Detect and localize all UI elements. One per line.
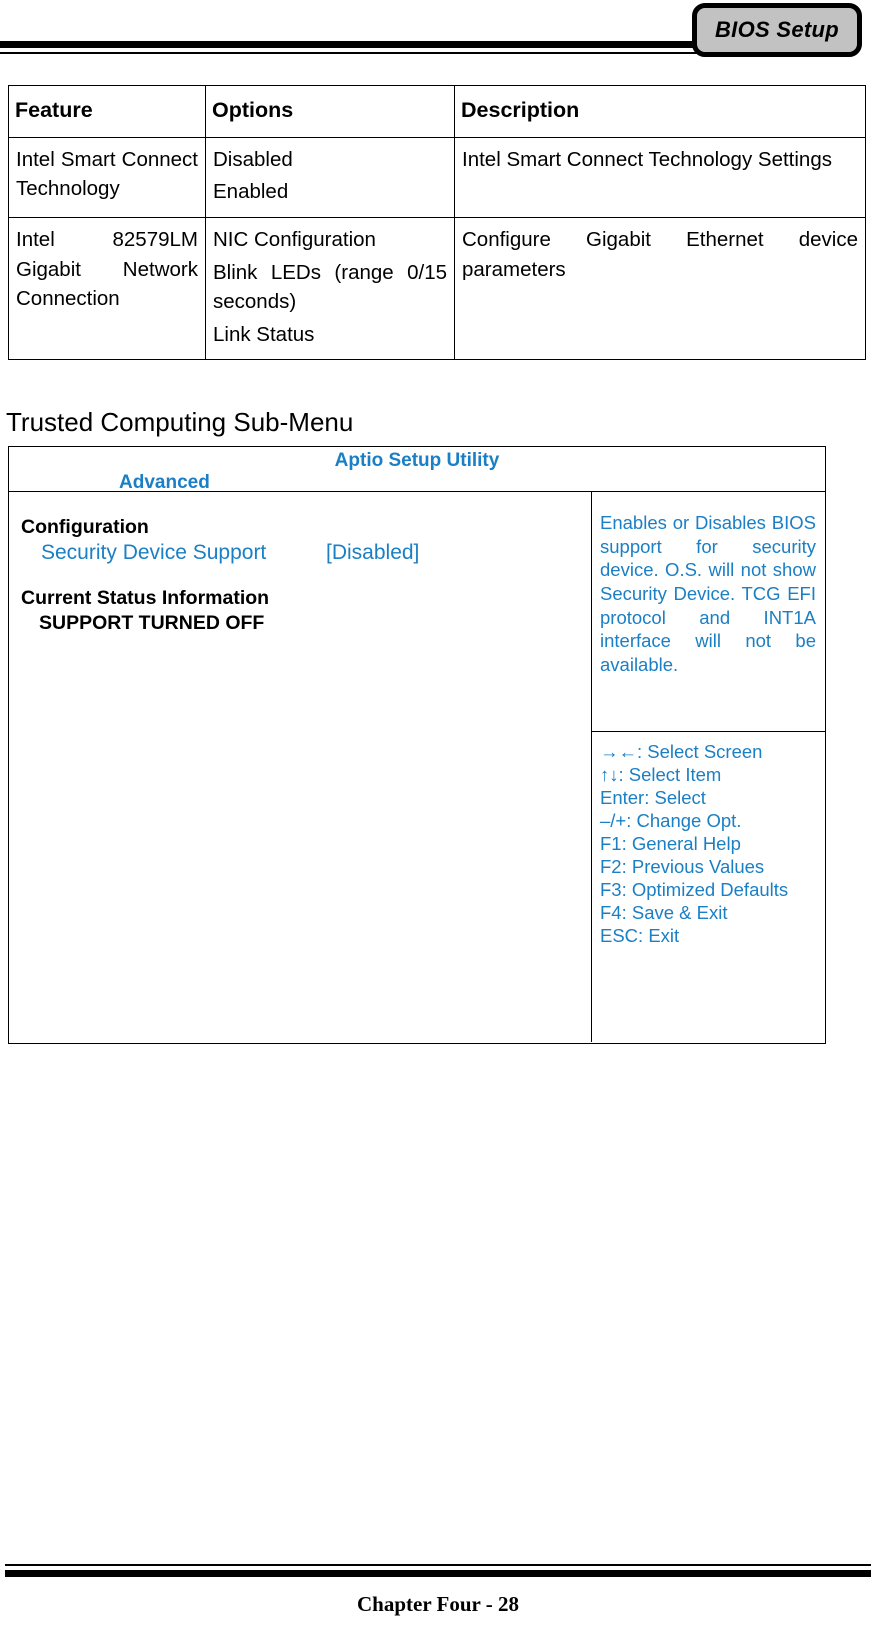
setting-row-security-device-support[interactable]: Security Device Support [Disabled] [21, 541, 591, 565]
section-heading: Trusted Computing Sub-Menu [6, 407, 354, 437]
cell-options: NIC Configuration Blink LEDs (range 0/15… [205, 216, 455, 361]
current-status-value: SUPPORT TURNED OFF [39, 612, 265, 634]
key-hint-save-and-exit: F4: Save & Exit [600, 901, 728, 923]
table-row: Intel Smart Connect Technology Disabled … [8, 136, 866, 218]
option-item: NIC Configuration [213, 227, 376, 251]
option-item: Blink LEDs (range 0/15 seconds) [213, 260, 447, 314]
bios-setup-panel: Aptio Setup Utility Advanced Configurati… [8, 446, 826, 1044]
table-header: Feature Options Description [8, 85, 866, 138]
cell-options: Disabled Enabled [205, 136, 455, 218]
bios-menu-tab-advanced[interactable]: Advanced [119, 472, 210, 494]
option-item: Link Status [213, 322, 315, 346]
key-hint-optimized-defaults: F3: Optimized Defaults [600, 878, 789, 900]
key-hint-select-item: ↑↓: Select Item [600, 763, 722, 785]
key-hint-previous-values: F2: Previous Values [600, 855, 765, 877]
page-footer: Chapter Four - 28 [0, 1519, 876, 1629]
feature-options-description-table: Feature Options Description Intel Smart … [8, 85, 866, 361]
setting-value-security-device-support[interactable]: [Disabled] [326, 541, 419, 565]
cell-description: Intel Smart Connect Technology Settings [454, 136, 866, 218]
bios-panel-body: Configuration Security Device Support [D… [9, 492, 825, 1042]
current-status-group-title: Current Status Information [21, 587, 270, 609]
bios-setup-tab-label: BIOS Setup [714, 17, 839, 42]
key-hint-change-opt: –/+: Change Opt. [600, 809, 742, 831]
footer-rule-thin [5, 1564, 871, 1566]
bios-utility-title: Aptio Setup Utility [334, 450, 500, 471]
setting-label-security-device-support: Security Device Support [41, 541, 267, 564]
page-header: BIOS Setup [0, 0, 876, 68]
bios-help-pane: Enables or Disables BIOS support for sec… [592, 492, 825, 1042]
table-row: Intel 82579LM Gigabit Network Connection… [8, 216, 866, 361]
bios-panel-titlebar: Aptio Setup Utility Advanced [9, 447, 825, 494]
option-item: Enabled [213, 180, 289, 204]
footer-page-label: Chapter Four - 28 [357, 1592, 519, 1616]
column-header-feature: Feature [8, 85, 206, 138]
column-header-description: Description [454, 85, 866, 138]
key-hint-enter-select: Enter: Select [600, 786, 706, 808]
bios-settings-pane: Configuration Security Device Support [D… [9, 492, 592, 1042]
bios-key-hints-box: →←: Select Screen ↑↓: Select Item Enter:… [592, 732, 825, 1042]
bios-help-text: Enables or Disables BIOS support for sec… [600, 512, 816, 676]
bios-setup-tab: BIOS Setup [692, 3, 862, 57]
table-body: Intel Smart Connect Technology Disabled … [8, 136, 866, 361]
cell-feature: Intel Smart Connect Technology [8, 136, 206, 218]
configuration-group-title: Configuration [21, 516, 149, 538]
key-hint-esc-exit: ESC: Exit [600, 924, 680, 946]
pane-spacer [21, 565, 591, 587]
column-header-options: Options [205, 85, 455, 138]
option-item: Disabled [213, 147, 293, 171]
cell-feature: Intel 82579LM Gigabit Network Connection [8, 216, 206, 361]
table-header-row: Feature Options Description [8, 85, 866, 138]
key-hint-general-help: F1: General Help [600, 832, 741, 854]
key-hint-select-screen: →←: Select Screen [600, 741, 763, 762]
footer-rule-thick [5, 1570, 871, 1577]
cell-description: Configure Gigabit Ethernet device parame… [454, 216, 866, 361]
bios-help-box: Enables or Disables BIOS support for sec… [592, 492, 825, 732]
